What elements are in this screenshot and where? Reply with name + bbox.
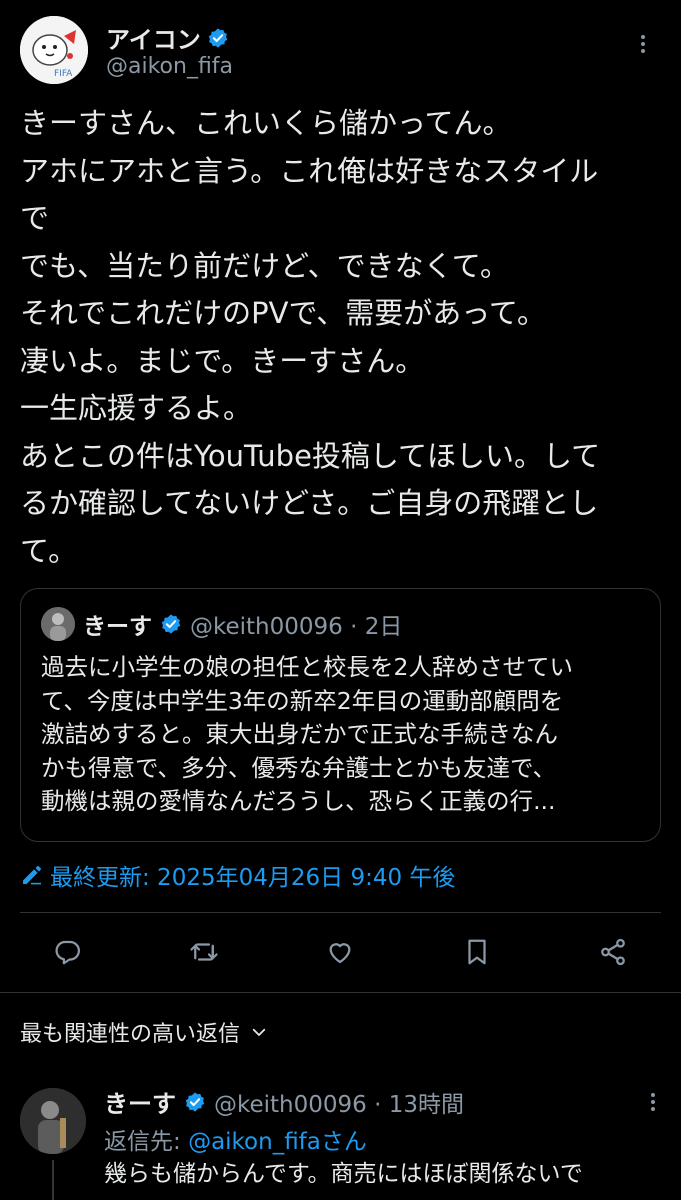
quoted-author-avatar (41, 607, 75, 641)
author-name-row: アイコン (106, 20, 229, 55)
tweet-header: FIFA アイコン @aikon_fifa (20, 16, 661, 84)
more-options-icon[interactable] (641, 1090, 665, 1114)
quoted-tweet-header: きーす @keith00096 · 2日 (41, 607, 402, 641)
share-icon (601, 938, 625, 966)
quoted-tweet-text: 過去に小学生の娘の担任と校長を2人辞めさせてい て、今度は中学生3年の新卒2年目… (41, 653, 573, 815)
more-options-icon[interactable] (631, 32, 655, 56)
repost-button[interactable] (186, 934, 222, 970)
reply-header: きーす @keith00096 · 13時間 (104, 1084, 464, 1119)
author-display-name[interactable]: アイコン (106, 20, 201, 55)
tweet-detail-page: FIFA アイコン @aikon_fifa きーすさん、これいくら儲かってん。 … (0, 0, 681, 1200)
tweet-text: きーすさん、これいくら儲かってん。 アホにアホと言う。これ俺は好きなスタイル で… (20, 106, 601, 568)
replying-to-mention[interactable]: @aikon_fifaさん (188, 1129, 367, 1155)
author-avatar[interactable]: FIFA (20, 16, 88, 84)
like-button[interactable] (322, 934, 358, 970)
verified-badge-icon (208, 27, 228, 48)
reply-author-handle-time: @keith00096 · 13時間 (214, 1091, 465, 1118)
thread-line (52, 1160, 54, 1200)
bookmark-icon (468, 939, 486, 965)
quoted-tweet-card[interactable]: きーす @keith00096 · 2日 過去に小学生の娘の担任と校長を2人辞め… (20, 588, 661, 842)
verified-badge-icon (161, 614, 181, 634)
quoted-author-handle-time: @keith00096 · 2日 (190, 614, 403, 640)
edited-label: 最終更新: 2025年04月26日 9:40 午後 (50, 865, 456, 891)
author-handle[interactable]: @aikon_fifa (106, 54, 233, 79)
replying-to-prefix: 返信先: (104, 1129, 189, 1155)
reply-sort-dropdown[interactable]: 最も関連性の高い返信 (20, 1016, 268, 1048)
share-button[interactable] (595, 934, 631, 970)
avatar-badge-text: FIFA (54, 69, 73, 79)
action-bar (0, 930, 681, 974)
reply-author-name[interactable]: きーす (104, 1084, 176, 1119)
repost-icon (190, 943, 218, 961)
reply-icon (55, 940, 80, 965)
section-divider (0, 992, 681, 993)
verified-badge-icon (185, 1091, 205, 1112)
like-icon (329, 943, 351, 964)
reply-author-avatar[interactable] (20, 1088, 86, 1154)
replying-to: 返信先: @aikon_fifaさん (104, 1122, 367, 1156)
quoted-author-name: きーす (83, 614, 152, 640)
edit-pencil-icon (23, 866, 41, 885)
edited-timestamp-link[interactable]: 最終更新: 2025年04月26日 9:40 午後 (20, 858, 455, 892)
bookmark-button[interactable] (459, 934, 495, 970)
divider (20, 912, 661, 913)
chevron-down-icon (252, 1028, 266, 1036)
reply-button[interactable] (49, 934, 85, 970)
reply-sort-label: 最も関連性の高い返信 (20, 1022, 241, 1047)
reply-text: 幾らも儲からんです。商売にはほぼ関係ないで (104, 1161, 583, 1187)
